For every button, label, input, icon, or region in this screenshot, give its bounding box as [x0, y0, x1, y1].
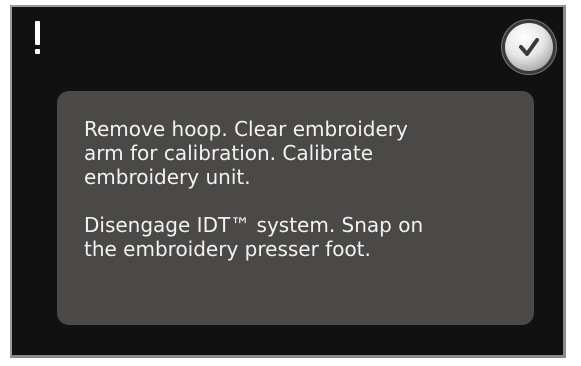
dialog-screen: Remove hoop. Clear embroidery arm for ca… — [10, 5, 566, 358]
confirm-button[interactable] — [505, 23, 553, 71]
message-panel: Remove hoop. Clear embroidery arm for ca… — [57, 91, 534, 325]
message-text: Remove hoop. Clear embroidery arm for ca… — [84, 117, 424, 261]
exclamation-icon — [33, 17, 43, 57]
checkmark-icon — [519, 38, 539, 56]
